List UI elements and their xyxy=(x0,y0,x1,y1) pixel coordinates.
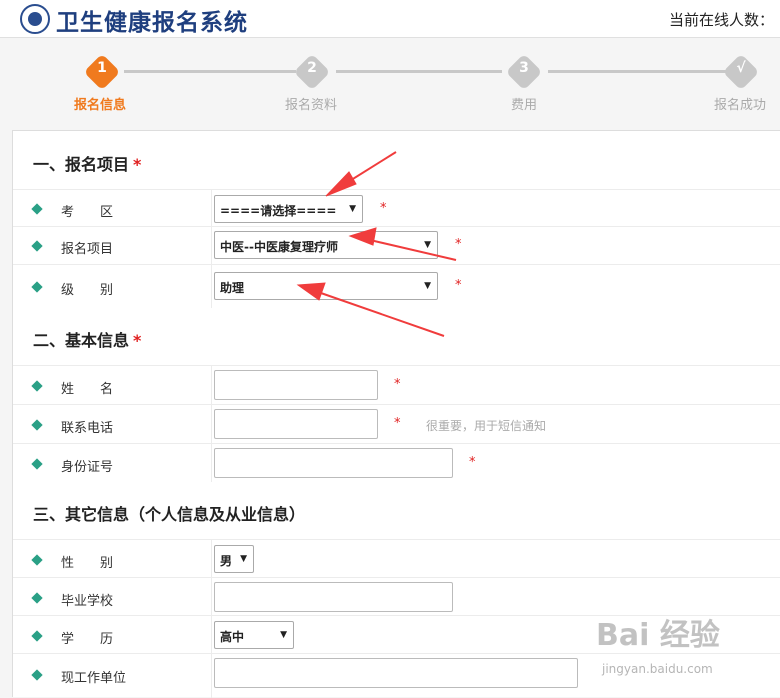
bullet-diamond-icon xyxy=(31,203,43,215)
id-card-label: 身份证号 xyxy=(61,460,114,475)
field-cell xyxy=(211,578,212,615)
field-cell xyxy=(211,190,212,226)
phone-label: 联系电话 xyxy=(61,421,114,436)
bullet-diamond-icon xyxy=(31,630,43,642)
bullet-diamond-icon xyxy=(31,419,43,431)
form-row-project: 报名项目 中医--中医康复理疗师 ▼ * xyxy=(13,226,780,264)
phone-input[interactable] xyxy=(214,409,378,439)
phone-hint: 很重要，用于短信通知 xyxy=(426,419,547,433)
step-3-label: 费用 xyxy=(511,98,538,113)
field-cell xyxy=(211,616,212,653)
gender-select[interactable]: 男 ▼ xyxy=(214,545,254,573)
step-3-number: 3 xyxy=(519,60,529,76)
chevron-down-icon: ▼ xyxy=(424,281,431,291)
exam-area-select[interactable]: ====请选择==== ▼ xyxy=(214,195,363,223)
id-card-input[interactable] xyxy=(214,448,453,478)
name-label: 姓 名 xyxy=(61,382,114,397)
bullet-diamond-icon xyxy=(31,240,43,252)
section-title-project: 一、报名项目 * xyxy=(33,155,142,174)
section-title-basic: 二、基本信息 * xyxy=(33,331,142,350)
field-cell xyxy=(211,227,212,264)
field-cell xyxy=(211,366,212,404)
bullet-diamond-icon xyxy=(31,669,43,681)
required-mark: * xyxy=(455,278,462,293)
project-label: 报名项目 xyxy=(61,242,114,257)
chevron-down-icon: ▼ xyxy=(280,630,287,640)
field-cell xyxy=(211,654,212,698)
step-1-label: 报名信息 xyxy=(74,98,127,113)
form-row-id-card: 身份证号 * xyxy=(13,443,780,482)
level-label: 级 别 xyxy=(61,283,114,298)
project-select[interactable]: 中医--中医康复理疗师 ▼ xyxy=(214,231,438,259)
field-cell xyxy=(211,540,212,577)
step-connector xyxy=(336,70,502,73)
employer-input[interactable] xyxy=(214,658,578,688)
bullet-diamond-icon xyxy=(31,458,43,470)
baidu-watermark: Bai 经验 jingyan.baidu.com xyxy=(596,610,776,690)
field-cell xyxy=(211,405,212,443)
form-row-exam-area: 考 区 ====请选择==== ▼ * xyxy=(13,189,780,226)
chevron-down-icon: ▼ xyxy=(240,554,247,564)
bullet-diamond-icon xyxy=(31,554,43,566)
bullet-diamond-icon xyxy=(31,592,43,604)
chevron-down-icon: ▼ xyxy=(424,240,431,250)
form-row-name: 姓 名 * xyxy=(13,365,780,404)
field-cell xyxy=(211,265,212,308)
employer-label: 现工作单位 xyxy=(61,671,127,686)
site-title: 卫生健康报名系统 xyxy=(56,9,248,36)
field-cell xyxy=(211,444,212,482)
school-input[interactable] xyxy=(214,582,453,612)
step-2-number: 2 xyxy=(307,60,317,76)
progress-steps: 1 报名信息 2 报名资料 3 费用 √ 报名成功 xyxy=(0,38,780,128)
section-title-other: 三、其它信息（个人信息及从业信息） xyxy=(33,505,306,524)
required-mark: * xyxy=(133,331,142,350)
watermark-brand: Bai 经验 xyxy=(596,618,720,653)
bullet-diamond-icon xyxy=(31,380,43,392)
level-select[interactable]: 助理 ▼ xyxy=(214,272,438,300)
education-select[interactable]: 高中 ▼ xyxy=(214,621,294,649)
watermark-url: jingyan.baidu.com xyxy=(602,662,713,676)
form-row-gender: 性 别 男 ▼ xyxy=(13,539,780,577)
step-1-number: 1 xyxy=(97,60,107,76)
gender-label: 性 别 xyxy=(61,556,114,571)
bullet-diamond-icon xyxy=(31,281,43,293)
step-4-label: 报名成功 xyxy=(714,98,767,113)
required-mark: * xyxy=(394,416,401,431)
school-label: 毕业学校 xyxy=(61,594,114,609)
name-input[interactable] xyxy=(214,370,378,400)
step-2-label: 报名资料 xyxy=(285,98,338,113)
online-count-label: 当前在线人数： xyxy=(668,11,774,29)
chevron-down-icon: ▼ xyxy=(349,204,356,214)
step-connector xyxy=(124,70,296,73)
exam-area-label: 考 区 xyxy=(61,205,114,220)
header-bar: 卫生健康报名系统 当前在线人数： xyxy=(0,0,780,38)
required-mark: * xyxy=(133,155,142,174)
required-mark: * xyxy=(469,455,476,470)
form-row-phone: 联系电话 * 很重要，用于短信通知 xyxy=(13,404,780,443)
education-label: 学 历 xyxy=(61,632,114,647)
required-mark: * xyxy=(455,237,462,252)
required-mark: * xyxy=(380,201,387,216)
check-icon: √ xyxy=(736,60,746,76)
step-connector xyxy=(548,70,726,73)
logo-icon xyxy=(20,4,50,34)
form-row-level: 级 别 助理 ▼ * xyxy=(13,264,780,308)
required-mark: * xyxy=(394,377,401,392)
